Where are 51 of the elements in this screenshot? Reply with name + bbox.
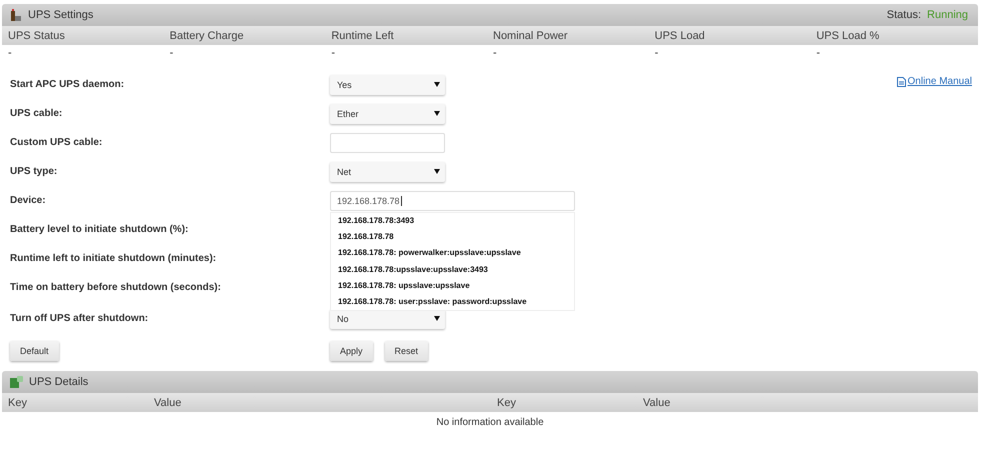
- field-label: Device:: [10, 195, 47, 206]
- dropdown[interactable]: Yes: [330, 74, 445, 94]
- table-cell-text: -: [654, 46, 660, 58]
- text-cursor: [400, 196, 402, 206]
- column-header: Key: [497, 396, 517, 408]
- field-label: Runtime left to initiate shutdown (minutes):: [10, 253, 218, 264]
- dropdown[interactable]: Net: [330, 162, 445, 182]
- column-header: Value: [643, 396, 672, 408]
- document-icon: [896, 76, 906, 86]
- suggestion-item[interactable]: 192.168.178.78:3493: [331, 212, 574, 229]
- apply-button[interactable]: Apply: [330, 341, 373, 361]
- suggestion-item[interactable]: 192.168.178.78: user:psslave: password:upsslave: [331, 293, 574, 310]
- column-header: Key: [8, 396, 28, 408]
- input-field[interactable]: [330, 132, 445, 152]
- table-cell-text: -: [331, 46, 336, 58]
- column-header: UPS Load %: [816, 30, 880, 42]
- default-button[interactable]: Default: [10, 341, 59, 361]
- status-label: Status:: [886, 9, 922, 21]
- column-header: Runtime Left: [331, 30, 395, 42]
- field-label: Turn off UPS after shutdown:: [10, 313, 150, 324]
- status-value: Running: [927, 9, 968, 21]
- field-label: Battery level to initiate shutdown (%):: [10, 224, 190, 235]
- table-cell-text: -: [493, 46, 498, 58]
- field-label: UPS type:: [10, 166, 58, 177]
- column-header: Nominal Power: [493, 30, 569, 42]
- suggestion-item[interactable]: 192.168.178.78: [331, 228, 574, 245]
- table-cell-text: -: [170, 46, 174, 58]
- column-header: Battery Charge: [170, 30, 245, 42]
- field-label: Start APC UPS daemon:: [10, 79, 126, 90]
- suggestion-item[interactable]: 192.168.178.78:upsslave:upsslave:3493: [331, 261, 574, 278]
- panel-title: UPS Settings: [28, 9, 94, 21]
- manual-link[interactable]: Online Manual: [896, 76, 972, 87]
- table-cell-text: -: [816, 46, 821, 58]
- suggestion-item[interactable]: 192.168.178.78: powerwalker:upsslave:upsslave: [331, 244, 574, 262]
- column-header: Value: [154, 396, 182, 408]
- input-field[interactable]: 192.168.178.78: [330, 190, 575, 210]
- reset-button[interactable]: Reset: [384, 341, 428, 361]
- panel-title: UPS Details: [29, 376, 90, 388]
- caret-icon: [434, 169, 440, 174]
- column-header: UPS Status: [8, 30, 66, 42]
- column-header: UPS Load: [654, 30, 706, 42]
- field-label: UPS cable:: [10, 108, 64, 119]
- suggestion-item[interactable]: 192.168.178.78: upsslave:upsslave: [331, 277, 574, 294]
- field-label: Custom UPS cable:: [10, 137, 104, 148]
- field-label: Time on battery before shutdown (seconds):: [10, 282, 222, 293]
- caret-icon: [434, 316, 440, 321]
- caret-icon: [434, 111, 440, 116]
- empty-message: No information available: [435, 416, 545, 428]
- table-cell-text: -: [8, 46, 13, 58]
- caret-icon: [434, 82, 440, 87]
- dropdown[interactable]: Ether: [330, 104, 445, 124]
